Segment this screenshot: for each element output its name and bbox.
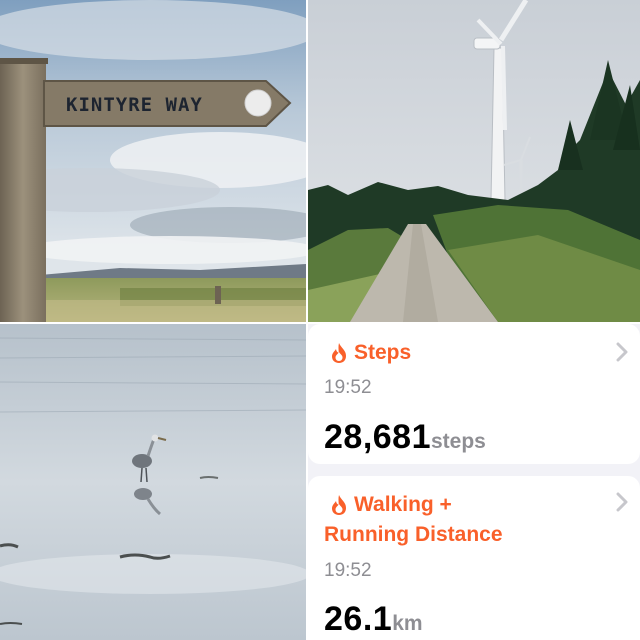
steps-title: Steps [354, 341, 412, 364]
distance-unit: km [392, 612, 423, 635]
walking-running-distance-card[interactable]: Walking + Running Distance 19:52 26.1km [308, 476, 640, 640]
flame-icon [332, 495, 346, 515]
steps-time: 19:52 [324, 377, 372, 398]
distance-value: 26.1 [324, 600, 393, 638]
steps-value: 28,681 [324, 418, 431, 456]
health-summary-panel: Steps 19:52 28,681steps Walking + Runnin… [308, 324, 640, 640]
heron-scene [0, 324, 306, 640]
steps-unit: steps [431, 430, 486, 453]
chevron-right-icon[interactable] [616, 342, 628, 362]
flame-icon [332, 343, 346, 363]
heron-photo [0, 324, 306, 640]
distance-title-line2: Running Distance [324, 523, 503, 546]
distance-title-line1: Walking + [354, 493, 452, 516]
signpost-scene: KINTYRE WAY [0, 0, 306, 322]
kintyre-way-badge-icon [244, 89, 272, 117]
distance-time: 19:52 [324, 560, 372, 581]
steps-metric: 28,681steps [324, 418, 486, 457]
wind-turbine-photo [308, 0, 640, 322]
chevron-right-icon[interactable] [616, 492, 628, 512]
turbine-scene [308, 0, 640, 322]
distance-metric: 26.1km [324, 600, 423, 639]
signpost-text: KINTYRE WAY [66, 94, 203, 116]
steps-card[interactable]: Steps 19:52 28,681steps [308, 324, 640, 464]
signpost-photo: KINTYRE WAY [0, 0, 306, 322]
